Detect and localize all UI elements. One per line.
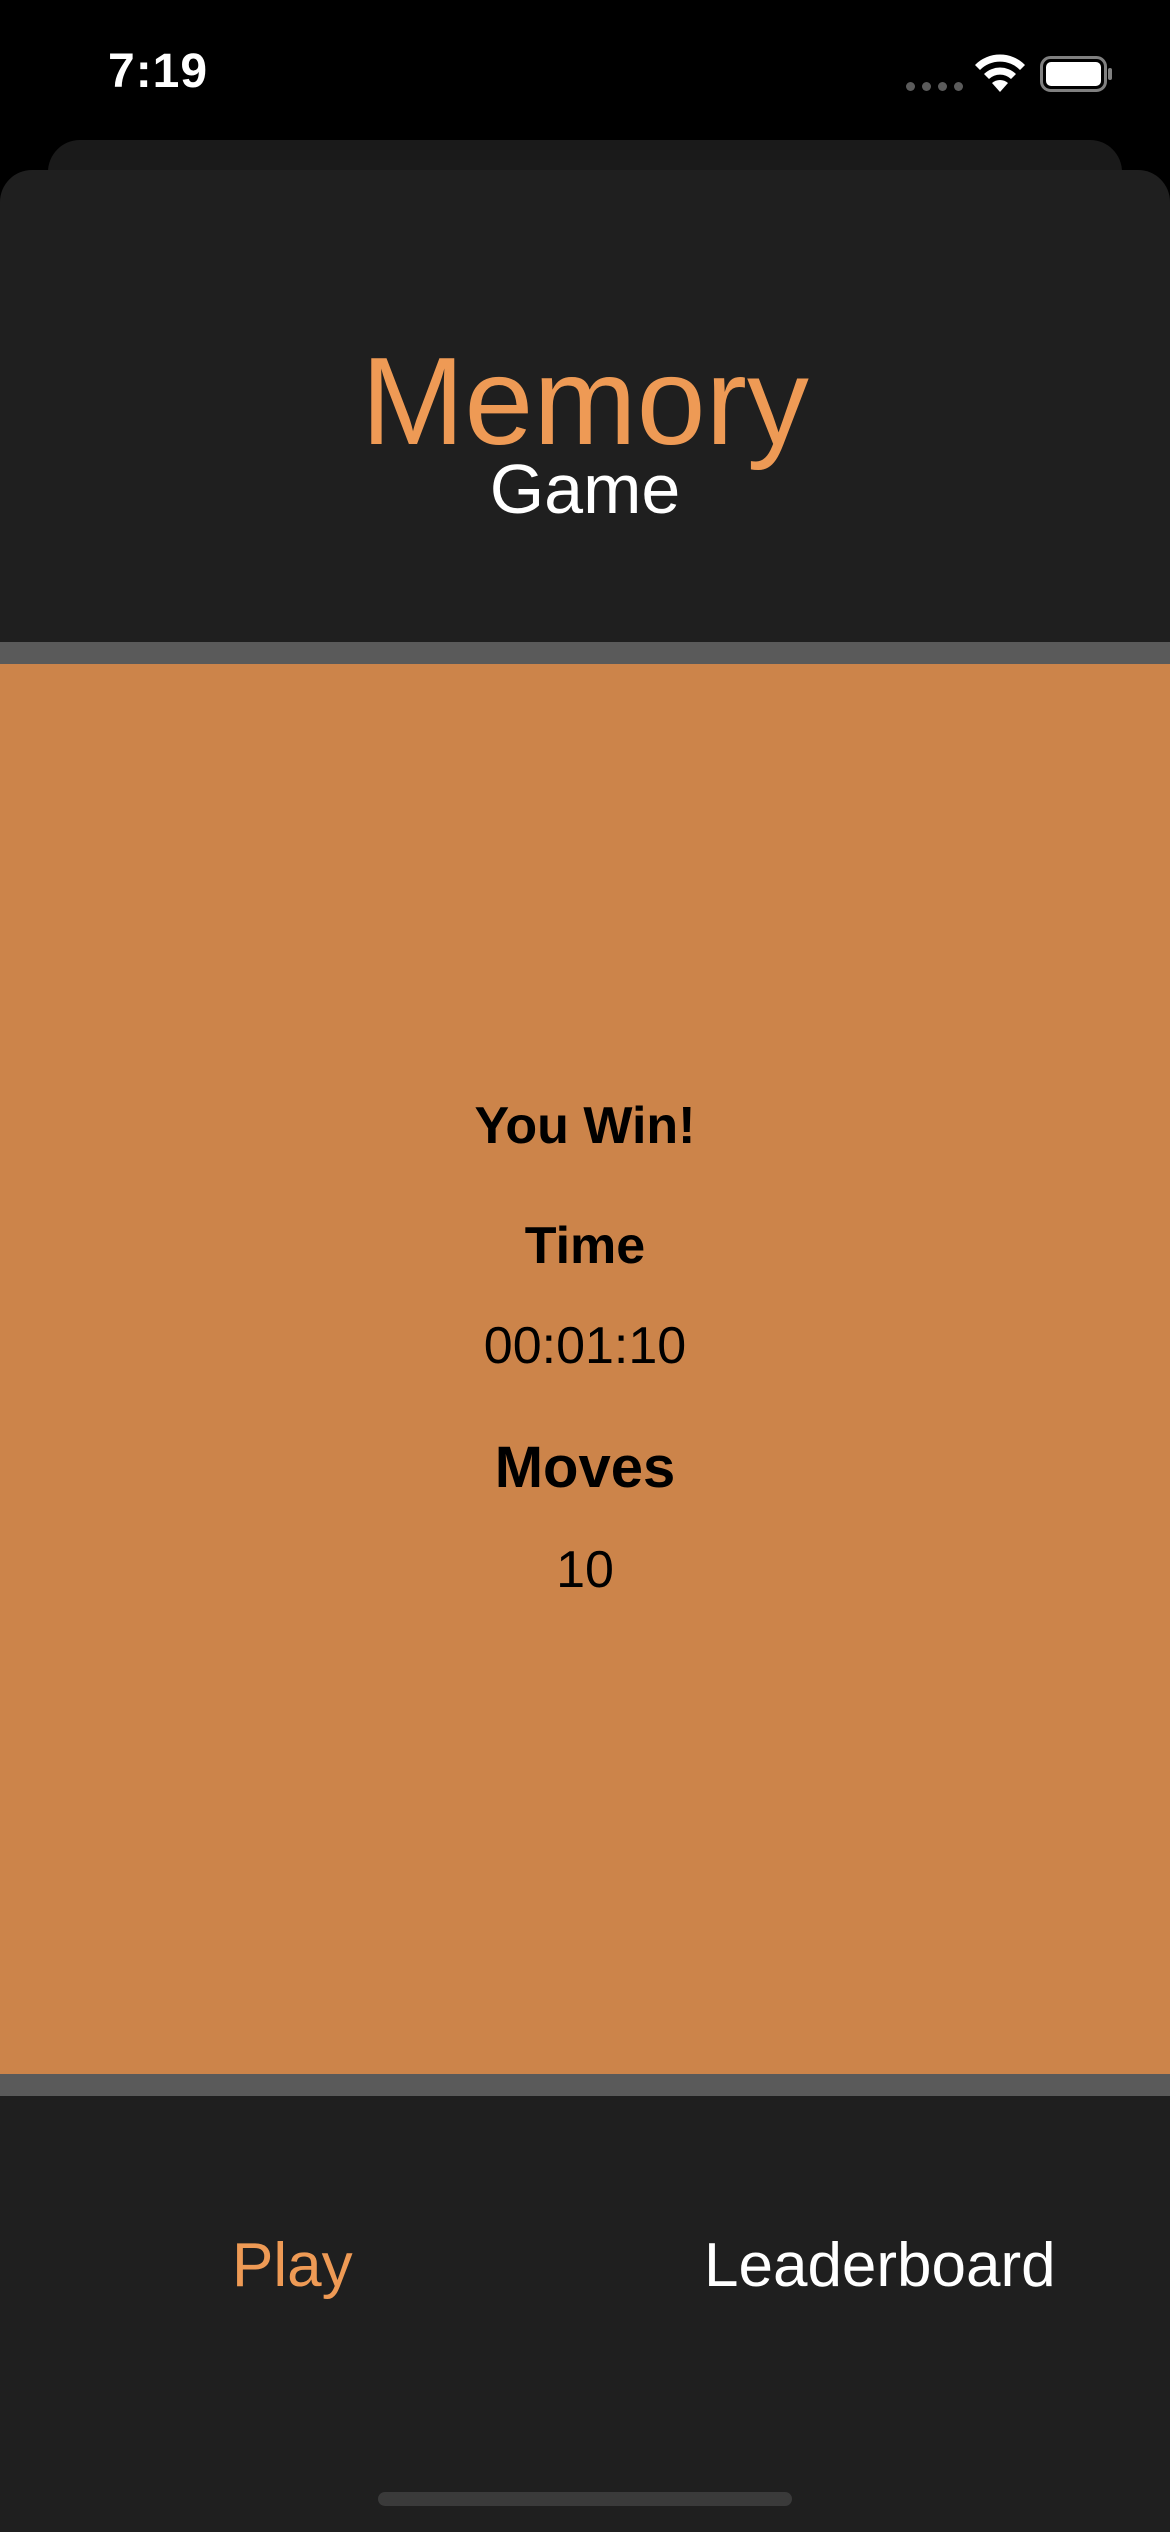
status-bar: 7:19 [0, 0, 1170, 140]
top-divider [0, 642, 1170, 664]
tab-leaderboard[interactable]: Leaderboard [704, 2230, 1056, 2302]
win-heading-container: You Win! [0, 1090, 1170, 1162]
battery-icon [1040, 56, 1112, 92]
status-time: 7:19 [108, 45, 209, 98]
title-subtitle: Game [489, 450, 681, 528]
title-main: Memory [361, 333, 809, 471]
moves-label: Moves [494, 1435, 676, 1500]
time-label: Time [524, 1217, 646, 1275]
signal-icon [906, 82, 963, 91]
moves-value: 10 [556, 1541, 614, 1599]
tab-play[interactable]: Play [232, 2230, 353, 2302]
time-value: 00:01:10 [483, 1317, 687, 1375]
screen: 7:19 Memory Game You Win! Time 00:01:10 … [0, 0, 1170, 2532]
bottom-divider [0, 2074, 1170, 2096]
app-title: Memory Game [0, 340, 1170, 524]
home-indicator[interactable] [378, 2492, 792, 2506]
win-heading: You Win! [474, 1097, 696, 1155]
wifi-icon [975, 54, 1025, 92]
